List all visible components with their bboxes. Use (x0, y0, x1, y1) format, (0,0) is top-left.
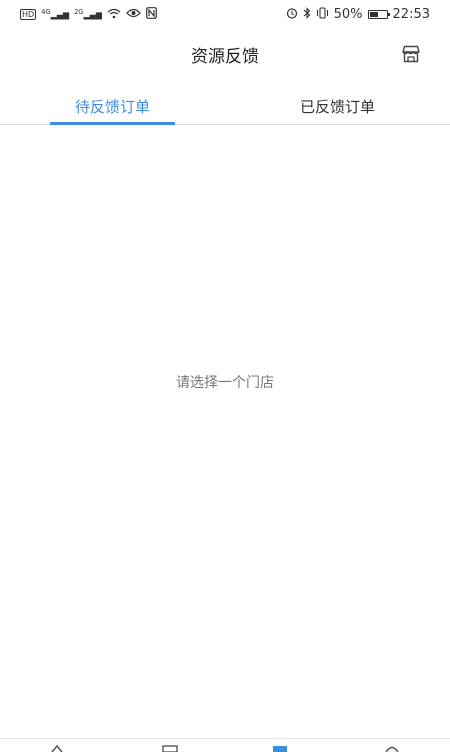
signal-4g-label: 4G (41, 7, 51, 16)
home-tab-icon[interactable] (50, 744, 64, 752)
battery-fill (369, 11, 378, 17)
store-icon[interactable] (400, 43, 422, 65)
bottom-tab-bar (0, 738, 450, 752)
status-left: HD 4G▂▄▆ 2G▂▄▆ (20, 7, 157, 21)
tab-pending-feedback-label: 待反馈订单 (74, 97, 150, 116)
page-title: 资源反馈 (191, 46, 259, 67)
signal-2g-label: 2G (74, 7, 84, 16)
hd-icon: HD (20, 8, 37, 20)
tab-feedback-done[interactable]: 已反馈订单 (225, 88, 450, 124)
alarm-icon (286, 7, 298, 21)
status-right: 50% 22:53 (286, 7, 430, 22)
profile-tab-icon[interactable] (384, 744, 400, 752)
status-bar: HD 4G▂▄▆ 2G▂▄▆ 50% 22:53 (0, 0, 450, 28)
battery-icon (367, 9, 390, 19)
active-tab-indicator (50, 122, 175, 125)
vibrate-icon (316, 7, 329, 21)
status-time: 22:53 (392, 6, 430, 22)
wifi-icon (107, 8, 121, 21)
signal-4g-icon: 4G▂▄▆ (41, 7, 70, 20)
order-tabs: 待反馈订单 已反馈订单 (0, 88, 450, 125)
feedback-tab-icon[interactable] (272, 744, 288, 752)
signal-2g-icon: 2G▂▄▆ (74, 7, 102, 20)
bluetooth-icon (303, 7, 311, 21)
nfc-icon (146, 7, 157, 21)
nav-bar: 资源反馈 (0, 34, 450, 74)
list-tab-icon[interactable] (162, 744, 178, 752)
tab-pending-feedback[interactable]: 待反馈订单 (0, 88, 225, 124)
eye-icon (126, 8, 141, 20)
battery-percent: 50% (333, 6, 363, 22)
empty-state-message: 请选择一个门店 (176, 375, 274, 391)
tab-feedback-done-label: 已反馈订单 (299, 97, 375, 116)
